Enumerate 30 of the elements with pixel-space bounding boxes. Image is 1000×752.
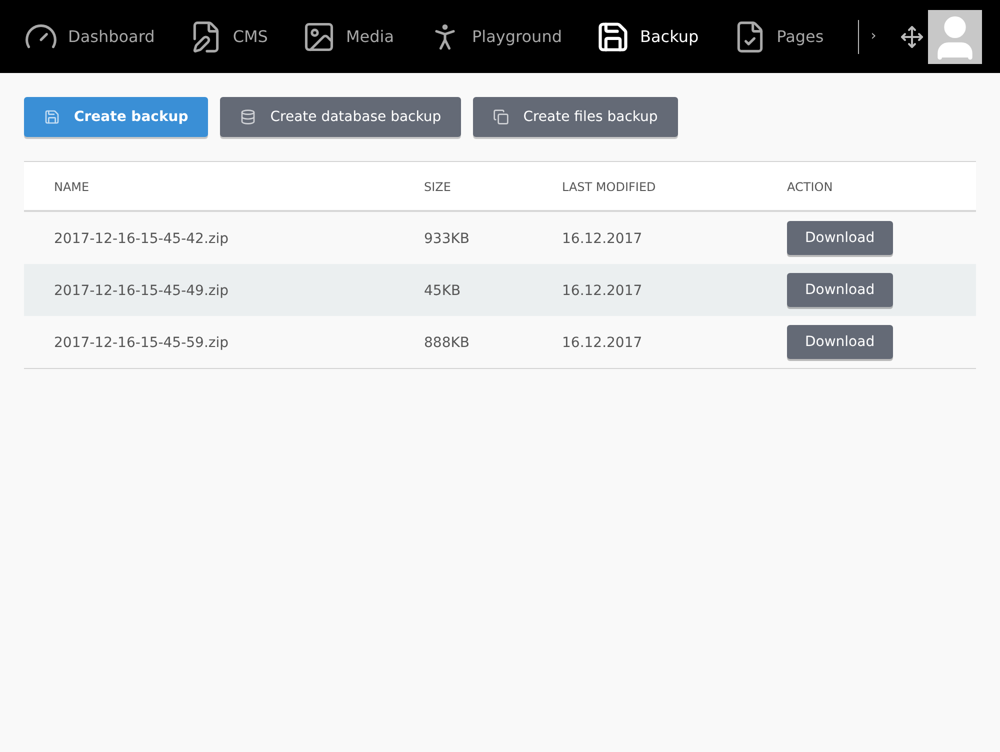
column-header: ACTION [787,180,833,194]
more-button[interactable]: › [866,26,880,47]
column-header: NAME [54,180,90,194]
download-button[interactable]: Download [787,221,893,255]
table-cell: 16.12.2017 [562,231,642,247]
nav-item[interactable]: Pages [732,20,824,54]
nav-item[interactable]: Playground [428,20,562,54]
download-button[interactable]: Download [787,325,893,359]
nav-item[interactable]: Dashboard [24,20,155,54]
table-cell: 45KB [424,283,461,299]
action-button[interactable]: Create database backup [220,97,462,137]
table-cell: 16.12.2017 [562,335,642,351]
table-cell: 888KB [424,335,470,351]
column-header: LAST MODIFIED [562,180,656,194]
button-icon [44,109,60,125]
nav-item[interactable]: Media [302,20,394,54]
move-icon[interactable] [900,24,924,48]
table-cell: 933KB [424,231,470,247]
download-button[interactable]: Download [787,273,893,307]
button-icon [493,109,510,125]
nav-icon [596,20,630,54]
table-cell: 2017-12-16-15-45-49.zip [54,283,229,299]
action-button[interactable]: Create files backup [473,97,678,137]
table-cell: 2017-12-16-15-45-42.zip [54,231,229,247]
nav-item[interactable]: Backup [596,20,699,54]
nav-item[interactable]: CMS [188,20,268,54]
button-icon [240,109,256,125]
table-cell: 2017-12-16-15-45-59.zip [54,335,229,351]
column-header: SIZE [424,180,451,194]
table-cell: 16.12.2017 [562,283,642,299]
